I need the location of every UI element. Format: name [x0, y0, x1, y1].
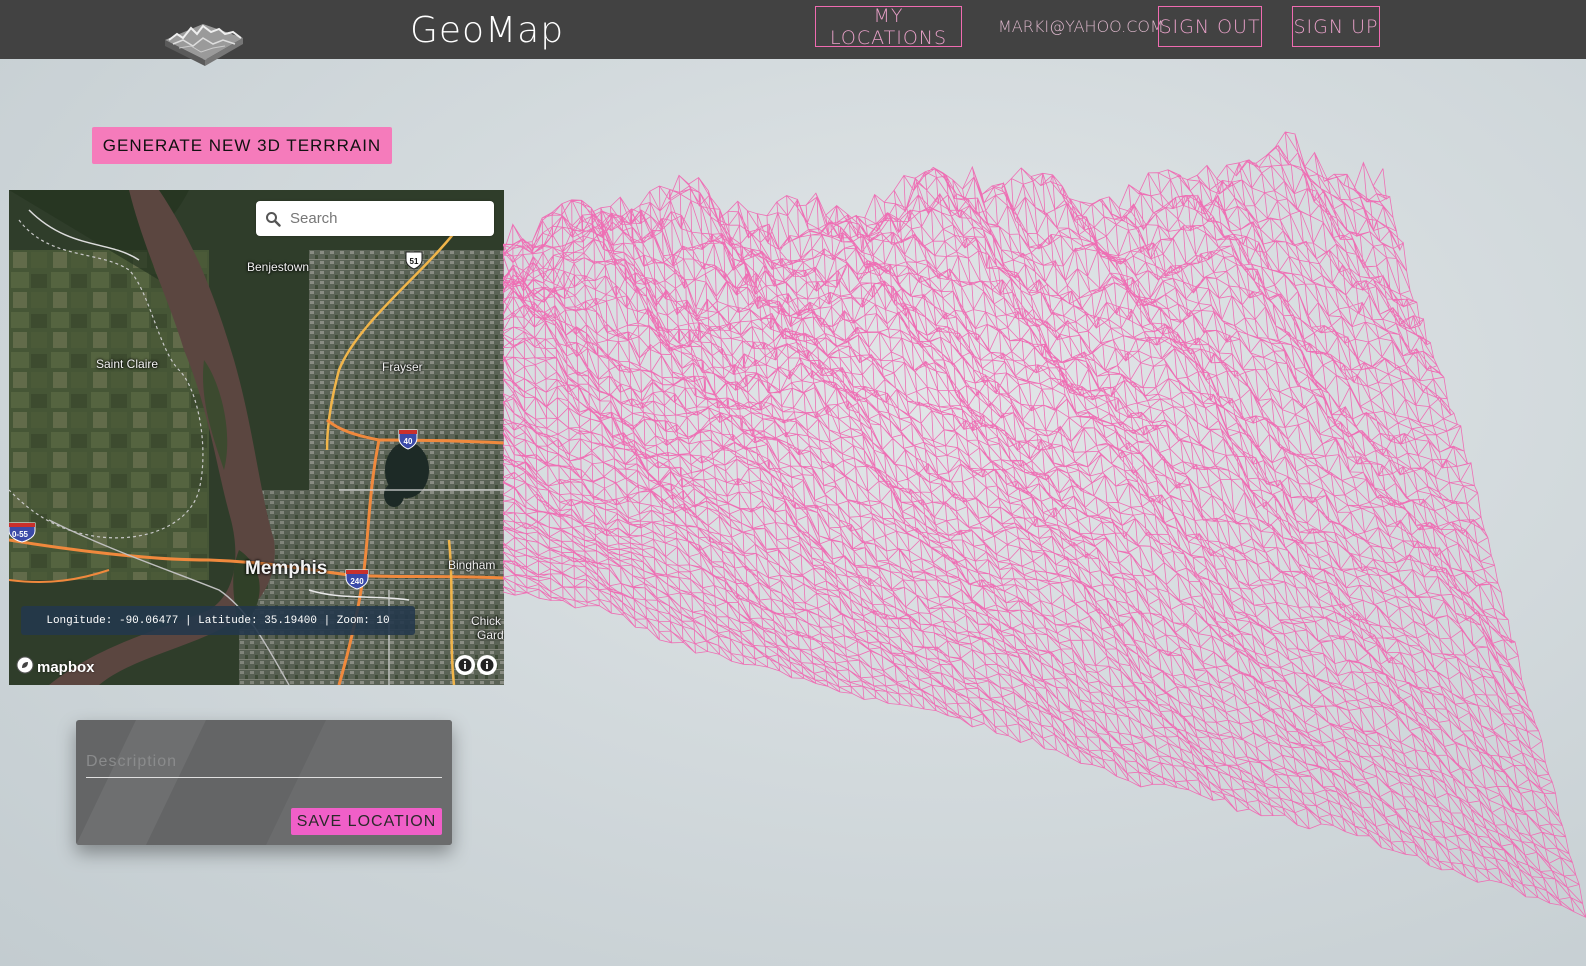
satellite-map[interactable]: 51 40 240 0-55 Benjestown Saint Claire F… — [9, 190, 504, 685]
sign-out-button[interactable]: SIGN OUT — [1158, 6, 1262, 47]
my-locations-button[interactable]: MY LOCATIONS — [815, 5, 962, 49]
attribution-toggle-icon[interactable] — [477, 655, 497, 675]
mapbox-logo-text: mapbox — [37, 658, 95, 676]
place-label-benjestown: Benjestown — [247, 260, 310, 274]
place-label-saint-claire: Saint Claire — [96, 357, 159, 371]
place-label-gard: Gard — [477, 628, 504, 642]
user-email: MARKI@YAHOO.COM — [998, 17, 1164, 36]
i40-shield-label: 40 — [404, 437, 413, 446]
save-location-button[interactable]: SAVE LOCATION — [291, 808, 442, 835]
place-label-chick: Chick — [471, 614, 502, 628]
coordinates-readout: Longitude: -90.06477 | Latitude: 35.1940… — [21, 606, 415, 635]
info-icon[interactable] — [455, 655, 475, 675]
generate-terrain-button[interactable]: GENERATE NEW 3D TERRRAIN — [92, 127, 392, 164]
place-label-frayser: Frayser — [382, 360, 423, 374]
i55-shield-label: 0-55 — [12, 530, 29, 539]
place-label-binghampton: Bingham — [448, 558, 496, 572]
top-navbar: GeoMap MY LOCATIONS MARKI@YAHOO.COM SIGN… — [0, 0, 1586, 66]
brand-title[interactable]: GeoMap — [410, 10, 564, 54]
terrain-mesh — [503, 131, 1586, 918]
sign-up-button[interactable]: SIGN UP — [1292, 6, 1380, 47]
terrain-wireframe-3d[interactable] — [503, 59, 1586, 966]
place-label-memphis: Memphis — [245, 558, 328, 579]
mapbox-logo-icon — [16, 656, 34, 678]
search-icon — [256, 211, 290, 227]
description-input[interactable] — [86, 746, 442, 778]
us51-shield-label: 51 — [410, 257, 419, 266]
map-search-box[interactable] — [256, 201, 494, 236]
i240-shield-label: 240 — [350, 577, 364, 586]
mapbox-logo[interactable]: mapbox — [16, 656, 95, 678]
save-location-card: SAVE LOCATION — [76, 720, 452, 845]
terrain-logo-icon[interactable] — [163, 20, 245, 66]
search-input[interactable] — [290, 210, 494, 227]
